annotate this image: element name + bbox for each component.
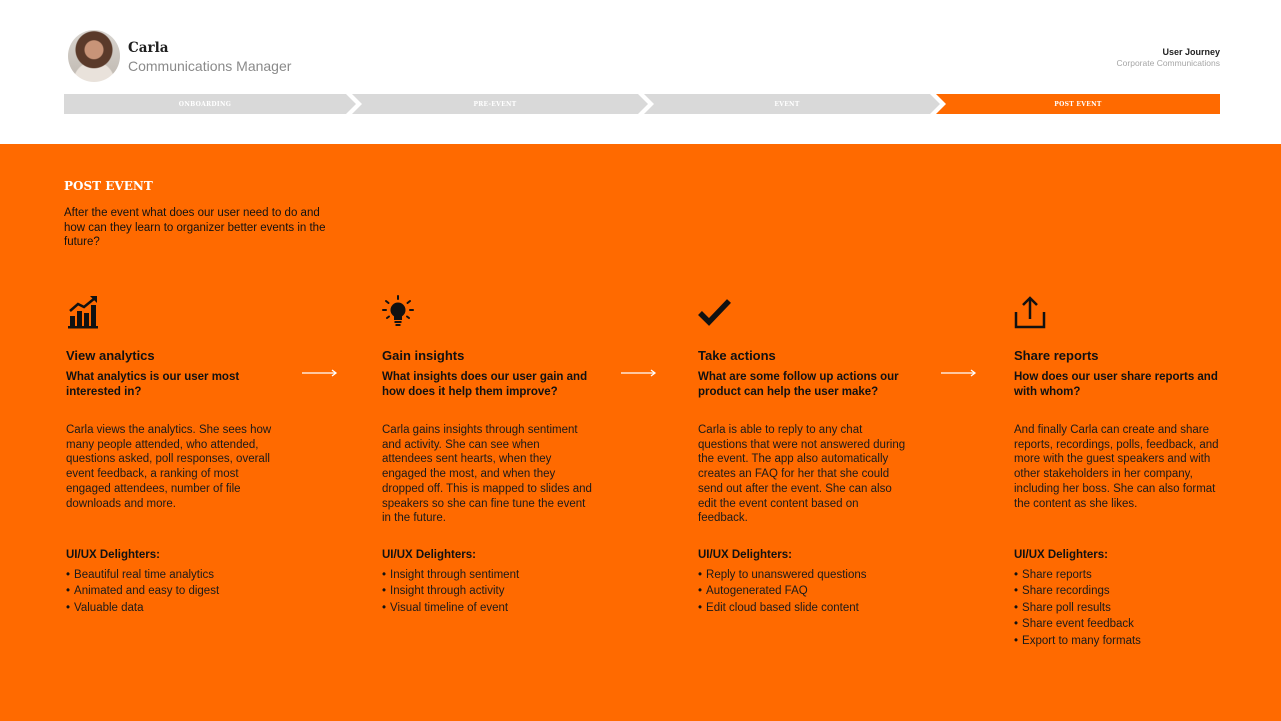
delighter-item: Share poll results [1014,600,1141,616]
analytics-chart-icon [68,296,98,329]
persona-role: Communications Manager [128,58,292,74]
stage-label: POST EVENT [1054,100,1102,108]
delighters-list: Share reports Share recordings Share pol… [1014,567,1141,649]
step-description: Carla gains insights through sentiment a… [382,424,592,525]
delighters-heading: UI/UX Delighters: [1014,549,1108,561]
arrow-right-icon [302,369,338,377]
delighters-heading: UI/UX Delighters: [66,549,160,561]
stage-post-event[interactable]: POST EVENT [936,94,1220,114]
delighters-heading: UI/UX Delighters: [698,549,792,561]
stage-label: ONBOARDING [178,100,232,108]
share-upload-icon [1014,296,1046,329]
persona-avatar [68,30,120,82]
stage-label: EVENT [774,100,800,108]
delighter-item: Export to many formats [1014,633,1141,649]
delighter-item: Share recordings [1014,583,1141,599]
delighters-list: Beautiful real time analytics Animated a… [66,567,219,616]
stage-progress-bar: ONBOARDING PRE-EVENT EVENT POST EVENT [64,94,1220,114]
step-description: And finally Carla can create and share r… [1014,424,1219,510]
lightbulb-icon [382,295,414,326]
stage-chevron [930,94,940,114]
stage-label: PRE-EVENT [473,100,517,108]
step-title: Share reports [1014,348,1099,363]
section-title: POST EVENT [64,179,153,193]
delighters-list: Insight through sentiment Insight throug… [382,567,519,616]
delighter-item: Reply to unanswered questions [698,567,866,583]
step-question: What insights does our user gain and how… [382,371,588,398]
arrow-right-icon [941,369,977,377]
step-question: What are some follow up actions our prod… [698,371,899,398]
persona-name: Carla [128,40,169,56]
post-event-panel: POST EVENT After the event what does our… [0,144,1281,721]
checkmark-icon [698,299,731,326]
step-title: Gain insights [382,348,465,363]
delighter-item: Autogenerated FAQ [698,583,867,599]
delighter-item: Animated and easy to digest [66,583,219,599]
delighter-item: Insight through sentiment [382,567,519,583]
step-question: How does our user share reports and with… [1014,371,1218,398]
stage-onboarding[interactable]: ONBOARDING [64,94,356,114]
delighter-item: Share event feedback [1014,616,1141,632]
document-subtitle: Corporate Communications [1116,58,1220,68]
stage-pre-event[interactable]: PRE-EVENT [352,94,648,114]
document-title: User Journey [1162,47,1220,57]
delighter-item: Valuable data [66,600,219,616]
delighters-list: Reply to unanswered questions Autogenera… [698,567,867,616]
step-question: What analytics is our user most interest… [66,371,240,398]
stage-event[interactable]: EVENT [644,94,940,114]
delighter-item: Visual timeline of event [382,600,519,616]
step-title: Take actions [698,348,776,363]
stage-chevron [346,94,356,114]
delighter-item: Insight through activity [382,583,519,599]
delighters-heading: UI/UX Delighters: [382,549,476,561]
delighter-item: Share reports [1014,567,1141,583]
step-title: View analytics [66,348,155,363]
step-description: Carla is able to reply to any chat quest… [698,424,906,525]
stage-chevron [638,94,648,114]
section-description: After the event what does our user need … [64,207,326,248]
journey-header: Carla Communications Manager User Journe… [0,0,1281,144]
delighter-item: Edit cloud based slide content [698,600,867,616]
delighter-item: Beautiful real time analytics [66,567,219,583]
arrow-right-icon [621,369,657,377]
step-description: Carla views the analytics. She sees how … [66,424,272,510]
